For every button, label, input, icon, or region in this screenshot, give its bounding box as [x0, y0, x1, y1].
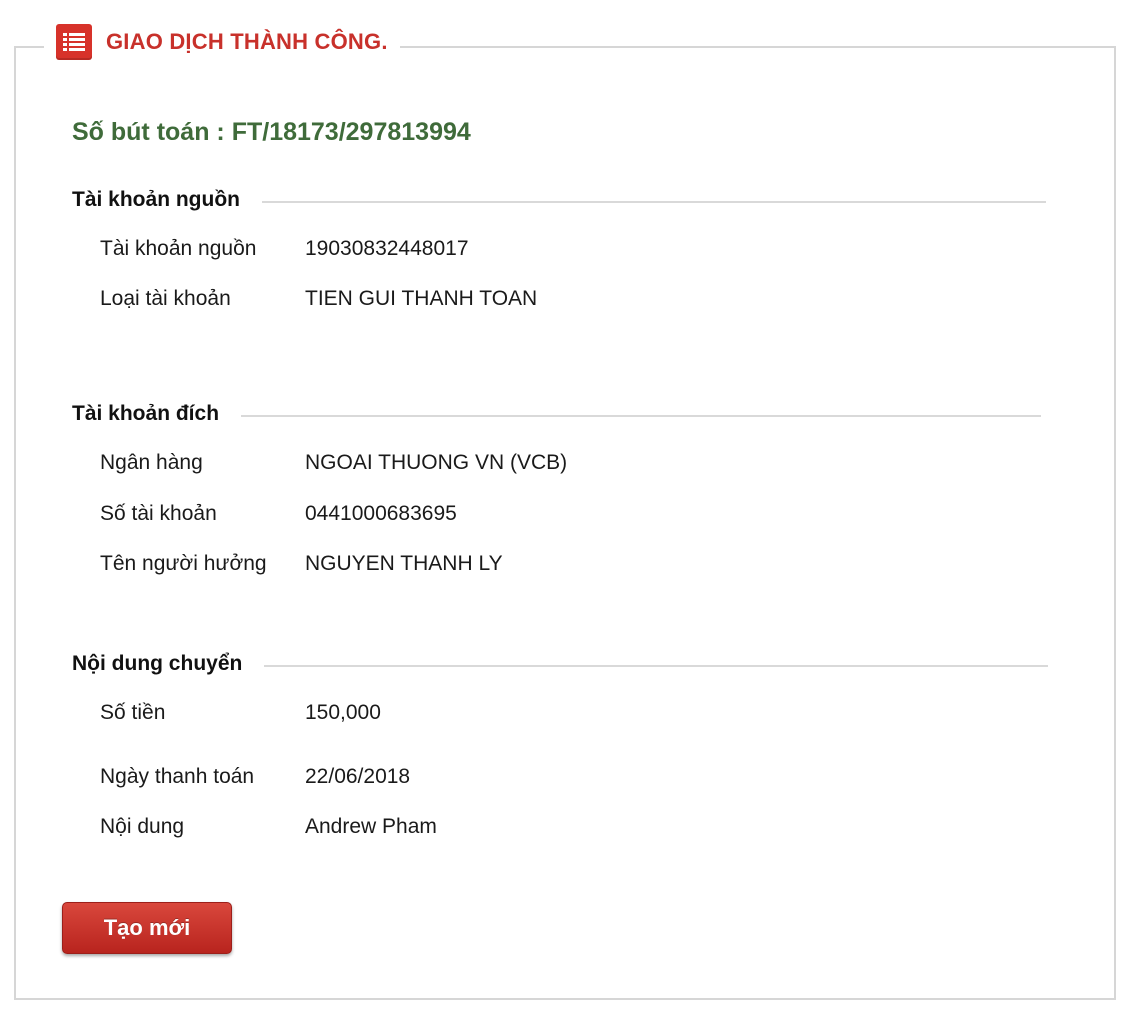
section-destination-account: Tài khoản đích	[72, 399, 1072, 429]
detail-value: TIEN GUI THANH TOAN	[305, 287, 538, 310]
section-title-destination: Tài khoản đích	[72, 402, 220, 425]
detail-value: NGOAI THUONG VN (VCB)	[305, 451, 568, 474]
detail-value: 0441000683695	[305, 502, 457, 525]
detail-label: Loại tài khoản	[100, 287, 231, 310]
detail-row-beneficiary: Tên người hưởng NGUYEN THANH LY	[100, 549, 503, 579]
detail-label: Số tài khoản	[100, 502, 217, 525]
detail-label: Ngân hàng	[100, 451, 203, 474]
list-icon	[56, 24, 92, 60]
section-transfer-content: Nội dung chuyển	[72, 649, 1072, 679]
reference-number: Số bút toán : FT/18173/297813994	[72, 118, 471, 147]
detail-label: Nội dung	[100, 815, 185, 838]
section-source-account: Tài khoản nguồn	[72, 185, 1072, 215]
section-title-source: Tài khoản nguồn	[72, 188, 240, 211]
detail-row-description: Nội dung Andrew Pham	[100, 812, 437, 842]
detail-value: 19030832448017	[305, 237, 469, 260]
reference-value: FT/18173/297813994	[231, 118, 471, 146]
detail-row-payment-date: Ngày thanh toán 22/06/2018	[100, 762, 410, 792]
page-title: GIAO DỊCH THÀNH CÔNG.	[106, 29, 388, 54]
detail-row-source-account: Tài khoản nguồn 19030832448017	[100, 234, 469, 264]
detail-value: 150,000	[305, 701, 381, 724]
section-divider	[241, 415, 1042, 417]
detail-label: Tài khoản nguồn	[100, 237, 257, 260]
detail-value: 22/06/2018	[305, 765, 411, 788]
detail-row-amount: Số tiền 150,000	[100, 698, 381, 728]
detail-label: Số tiền	[100, 701, 166, 724]
create-new-button[interactable]: Tạo mới	[62, 902, 232, 954]
detail-row-account-type: Loại tài khoản TIEN GUI THANH TOAN	[100, 284, 537, 314]
detail-label: Ngày thanh toán	[100, 765, 255, 788]
section-title-content: Nội dung chuyển	[72, 652, 243, 675]
panel-legend: GIAO DỊCH THÀNH CÔNG.	[44, 22, 400, 62]
detail-row-account-number: Số tài khoản 0441000683695	[100, 499, 457, 529]
reference-label: Số bút toán :	[72, 118, 232, 146]
section-divider	[262, 201, 1046, 203]
detail-label: Tên người hưởng	[100, 552, 267, 575]
detail-value: Andrew Pham	[305, 815, 437, 838]
detail-row-bank: Ngân hàng NGOAI THUONG VN (VCB)	[100, 448, 567, 478]
section-divider	[264, 665, 1049, 667]
detail-value: NGUYEN THANH LY	[305, 552, 503, 575]
